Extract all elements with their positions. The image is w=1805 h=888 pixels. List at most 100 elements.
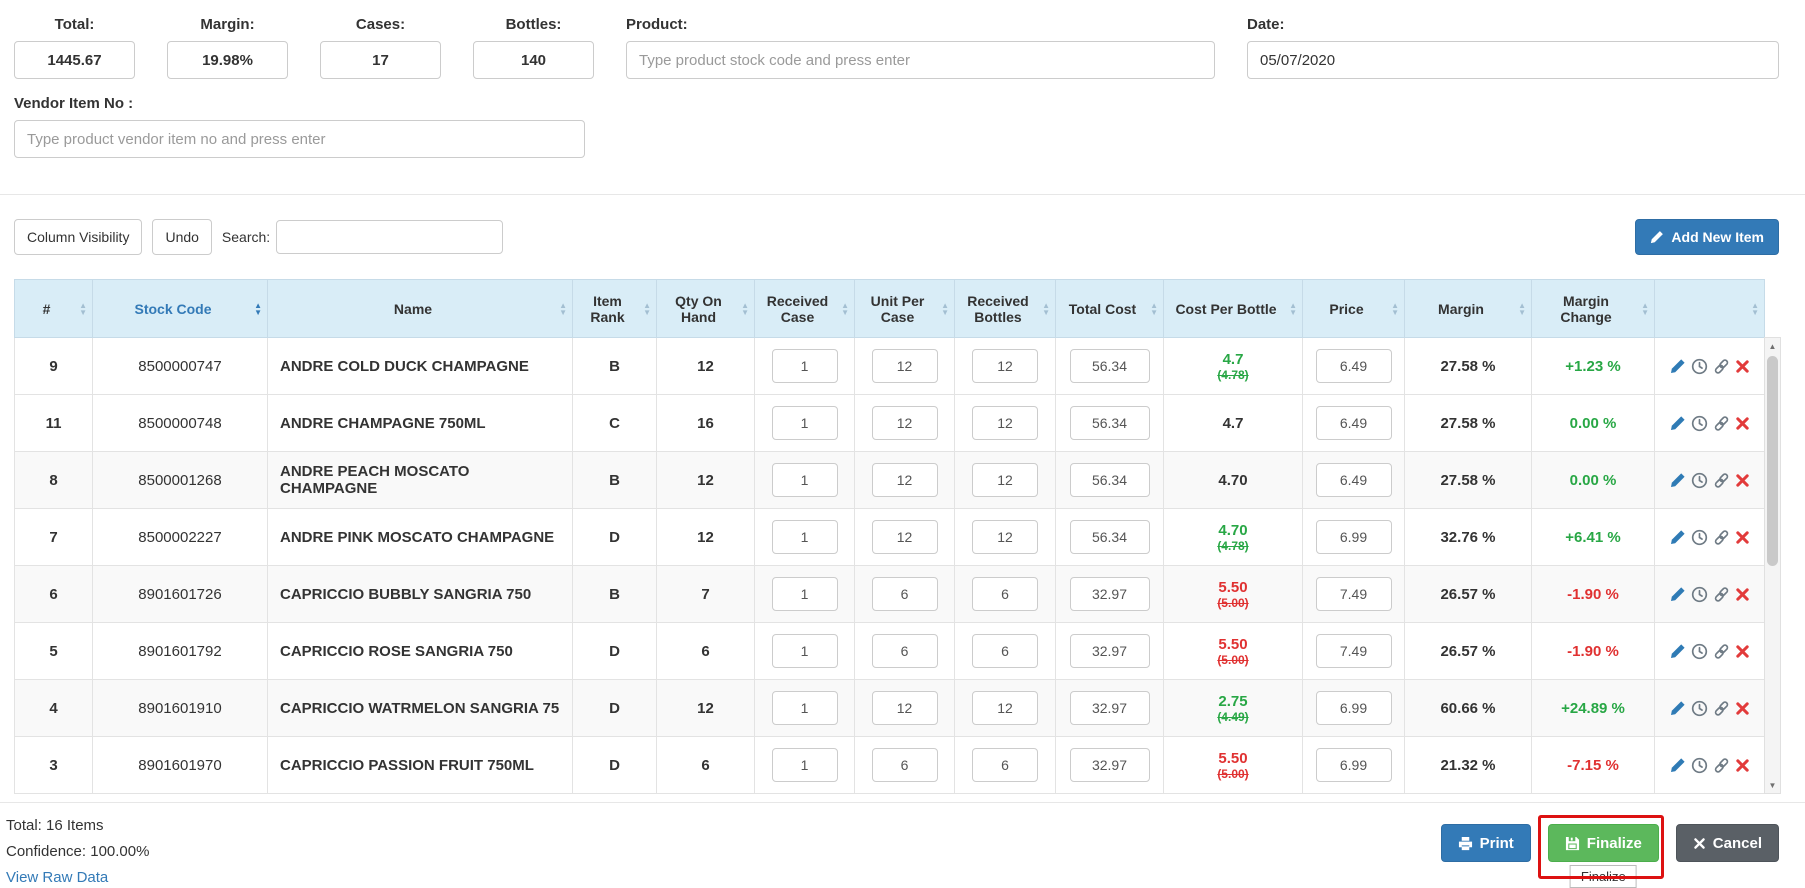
delete-x-icon[interactable] <box>1735 359 1750 374</box>
edit-icon[interactable] <box>1670 529 1686 545</box>
received-case-input[interactable] <box>771 634 838 668</box>
vendor-item-no-input[interactable] <box>14 120 585 158</box>
col-header-margin-change[interactable]: Margin Change ▲ ▼ <box>1531 279 1655 338</box>
col-header-qty-on-hand[interactable]: Qty On Hand ▲ ▼ <box>656 279 755 338</box>
received-bottles-input[interactable] <box>972 577 1038 611</box>
delete-x-icon[interactable] <box>1735 473 1750 488</box>
edit-icon[interactable] <box>1670 586 1686 602</box>
unit-per-case-input[interactable] <box>871 520 938 554</box>
date-input[interactable] <box>1247 41 1779 79</box>
col-header-cost-per-bottle[interactable]: Cost Per Bottle ▲ ▼ <box>1163 279 1303 338</box>
received-case-input[interactable] <box>771 463 838 497</box>
price-input[interactable] <box>1315 634 1392 668</box>
link-icon[interactable] <box>1713 700 1730 717</box>
col-header-margin[interactable]: Margin ▲ ▼ <box>1404 279 1532 338</box>
history-clock-icon[interactable] <box>1691 415 1708 432</box>
total-cost-input[interactable] <box>1069 520 1150 554</box>
received-case-input[interactable] <box>771 691 838 725</box>
link-icon[interactable] <box>1713 415 1730 432</box>
received-bottles-input[interactable] <box>972 634 1038 668</box>
received-case-input[interactable] <box>771 748 838 782</box>
unit-per-case-input[interactable] <box>871 463 938 497</box>
total-cost-input[interactable] <box>1069 691 1150 725</box>
delete-x-icon[interactable] <box>1735 701 1750 716</box>
edit-icon[interactable] <box>1670 415 1686 431</box>
print-button[interactable]: Print <box>1440 824 1531 862</box>
scroll-up-icon[interactable]: ▲ <box>1765 338 1780 354</box>
scroll-down-icon[interactable]: ▼ <box>1765 777 1780 793</box>
col-header-total-cost[interactable]: Total Cost ▲ ▼ <box>1055 279 1164 338</box>
history-clock-icon[interactable] <box>1691 643 1708 660</box>
col-header-received-case[interactable]: Received Case ▲ ▼ <box>754 279 855 338</box>
edit-icon[interactable] <box>1670 700 1686 716</box>
received-bottles-input[interactable] <box>972 463 1038 497</box>
price-input[interactable] <box>1315 520 1392 554</box>
table-scrollbar[interactable]: ▲ ▼ <box>1764 337 1781 794</box>
received-case-input[interactable] <box>771 349 838 383</box>
delete-x-icon[interactable] <box>1735 530 1750 545</box>
price-input[interactable] <box>1315 691 1392 725</box>
edit-icon[interactable] <box>1670 757 1686 773</box>
unit-per-case-input[interactable] <box>871 748 938 782</box>
price-input[interactable] <box>1315 577 1392 611</box>
unit-per-case-input[interactable] <box>871 577 938 611</box>
received-bottles-input[interactable] <box>972 691 1038 725</box>
undo-button[interactable]: Undo <box>152 219 212 255</box>
received-bottles-input[interactable] <box>972 520 1038 554</box>
link-icon[interactable] <box>1713 529 1730 546</box>
view-raw-data-link[interactable]: View Raw Data <box>6 869 108 886</box>
total-cost-input[interactable] <box>1069 577 1150 611</box>
price-input[interactable] <box>1315 748 1392 782</box>
unit-per-case-input[interactable] <box>871 349 938 383</box>
link-icon[interactable] <box>1713 757 1730 774</box>
edit-icon[interactable] <box>1670 643 1686 659</box>
received-bottles-input[interactable] <box>972 406 1038 440</box>
link-icon[interactable] <box>1713 586 1730 603</box>
unit-per-case-input[interactable] <box>871 406 938 440</box>
search-input[interactable] <box>276 220 504 254</box>
edit-icon[interactable] <box>1670 358 1686 374</box>
link-icon[interactable] <box>1713 358 1730 375</box>
link-icon[interactable] <box>1713 472 1730 489</box>
received-case-input[interactable] <box>771 577 838 611</box>
price-input[interactable] <box>1315 349 1392 383</box>
col-header-number[interactable]: # ▲ ▼ <box>14 279 93 338</box>
delete-x-icon[interactable] <box>1735 587 1750 602</box>
unit-per-case-input[interactable] <box>871 691 938 725</box>
product-input[interactable] <box>626 41 1215 79</box>
delete-x-icon[interactable] <box>1735 644 1750 659</box>
history-clock-icon[interactable] <box>1691 586 1708 603</box>
history-clock-icon[interactable] <box>1691 529 1708 546</box>
received-case-input[interactable] <box>771 520 838 554</box>
received-bottles-input[interactable] <box>972 748 1038 782</box>
col-header-name[interactable]: Name ▲ ▼ <box>267 279 573 338</box>
total-cost-input[interactable] <box>1069 748 1150 782</box>
column-visibility-button[interactable]: Column Visibility <box>14 219 143 255</box>
delete-x-icon[interactable] <box>1735 416 1750 431</box>
col-header-stock-code[interactable]: Stock Code ▲ ▼ <box>92 279 268 338</box>
total-cost-input[interactable] <box>1069 634 1150 668</box>
history-clock-icon[interactable] <box>1691 700 1708 717</box>
cancel-button[interactable]: Cancel <box>1675 824 1779 862</box>
edit-icon[interactable] <box>1670 472 1686 488</box>
history-clock-icon[interactable] <box>1691 472 1708 489</box>
col-header-item-rank[interactable]: Item Rank ▲ ▼ <box>572 279 657 338</box>
received-bottles-input[interactable] <box>972 349 1038 383</box>
scrollbar-thumb[interactable] <box>1767 356 1778 566</box>
total-cost-input[interactable] <box>1069 463 1150 497</box>
price-input[interactable] <box>1315 406 1392 440</box>
total-cost-input[interactable] <box>1069 349 1150 383</box>
history-clock-icon[interactable] <box>1691 757 1708 774</box>
price-input[interactable] <box>1315 463 1392 497</box>
finalize-button[interactable]: Finalize <box>1547 824 1659 862</box>
history-clock-icon[interactable] <box>1691 358 1708 375</box>
delete-x-icon[interactable] <box>1735 758 1750 773</box>
col-header-unit-per-case[interactable]: Unit Per Case ▲ ▼ <box>854 279 955 338</box>
col-header-actions[interactable]: ▲ ▼ <box>1654 279 1765 338</box>
col-header-received-bottles[interactable]: Received Bottles ▲ ▼ <box>954 279 1056 338</box>
total-cost-input[interactable] <box>1069 406 1150 440</box>
add-new-item-button[interactable]: Add New Item <box>1635 219 1779 255</box>
received-case-input[interactable] <box>771 406 838 440</box>
col-header-price[interactable]: Price ▲ ▼ <box>1302 279 1405 338</box>
unit-per-case-input[interactable] <box>871 634 938 668</box>
